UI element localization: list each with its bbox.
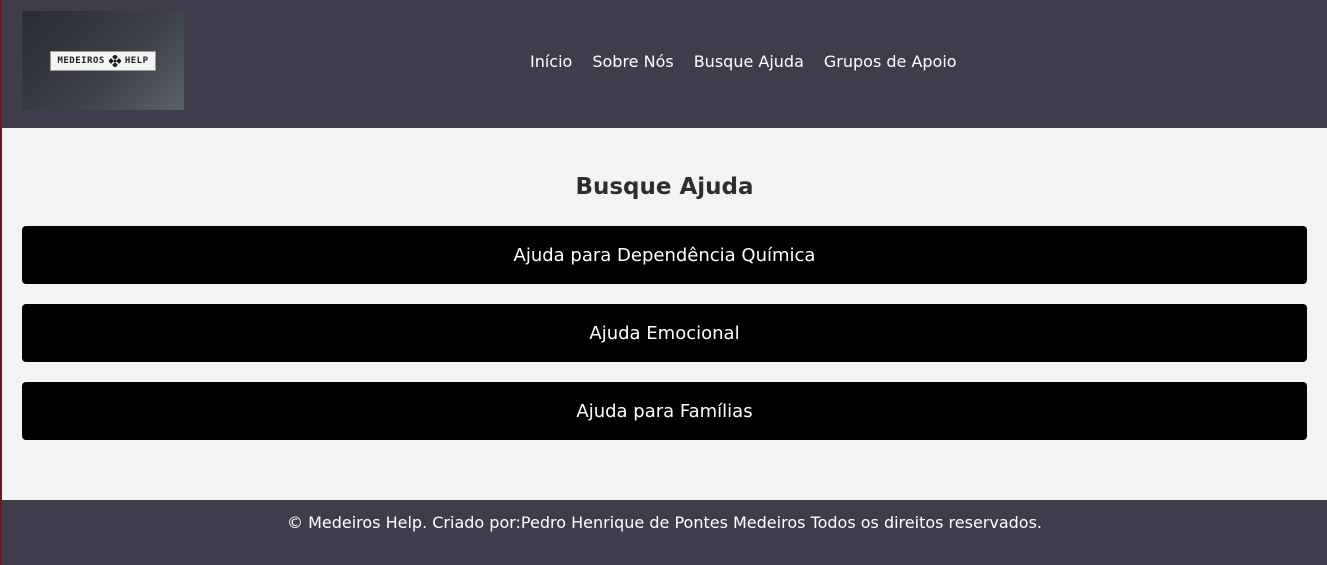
page: MEDEIROS HELP Início Sobre Nós Busque Aj… (0, 0, 1327, 565)
nav-link-sobre-nos[interactable]: Sobre Nós (592, 52, 673, 71)
help-options-list: Ajuda para Dependência Química Ajuda Emo… (2, 226, 1327, 440)
nav-link-grupos-de-apoio[interactable]: Grupos de Apoio (824, 52, 957, 71)
page-title: Busque Ajuda (575, 174, 754, 200)
logo-plate: MEDEIROS HELP (50, 50, 156, 71)
site-logo[interactable]: MEDEIROS HELP (22, 11, 184, 110)
footer-copyright: © Medeiros Help. Criado por:Pedro Henriq… (286, 513, 1043, 532)
logo-text-right: HELP (124, 55, 149, 66)
site-header: MEDEIROS HELP Início Sobre Nós Busque Aj… (2, 0, 1327, 128)
diamond-cross-icon (108, 54, 121, 67)
family-help-button[interactable]: Ajuda para Famílias (22, 382, 1307, 440)
main-nav: Início Sobre Nós Busque Ajuda Grupos de … (530, 52, 957, 71)
site-footer: © Medeiros Help. Criado por:Pedro Henriq… (2, 500, 1327, 565)
nav-link-busque-ajuda[interactable]: Busque Ajuda (694, 52, 804, 71)
nav-link-inicio[interactable]: Início (530, 52, 572, 71)
logo-text-left: MEDEIROS (57, 55, 105, 66)
chemical-dependency-help-button[interactable]: Ajuda para Dependência Química (22, 226, 1307, 284)
main-content: Busque Ajuda Ajuda para Dependência Quím… (2, 128, 1327, 440)
emotional-help-button[interactable]: Ajuda Emocional (22, 304, 1307, 362)
